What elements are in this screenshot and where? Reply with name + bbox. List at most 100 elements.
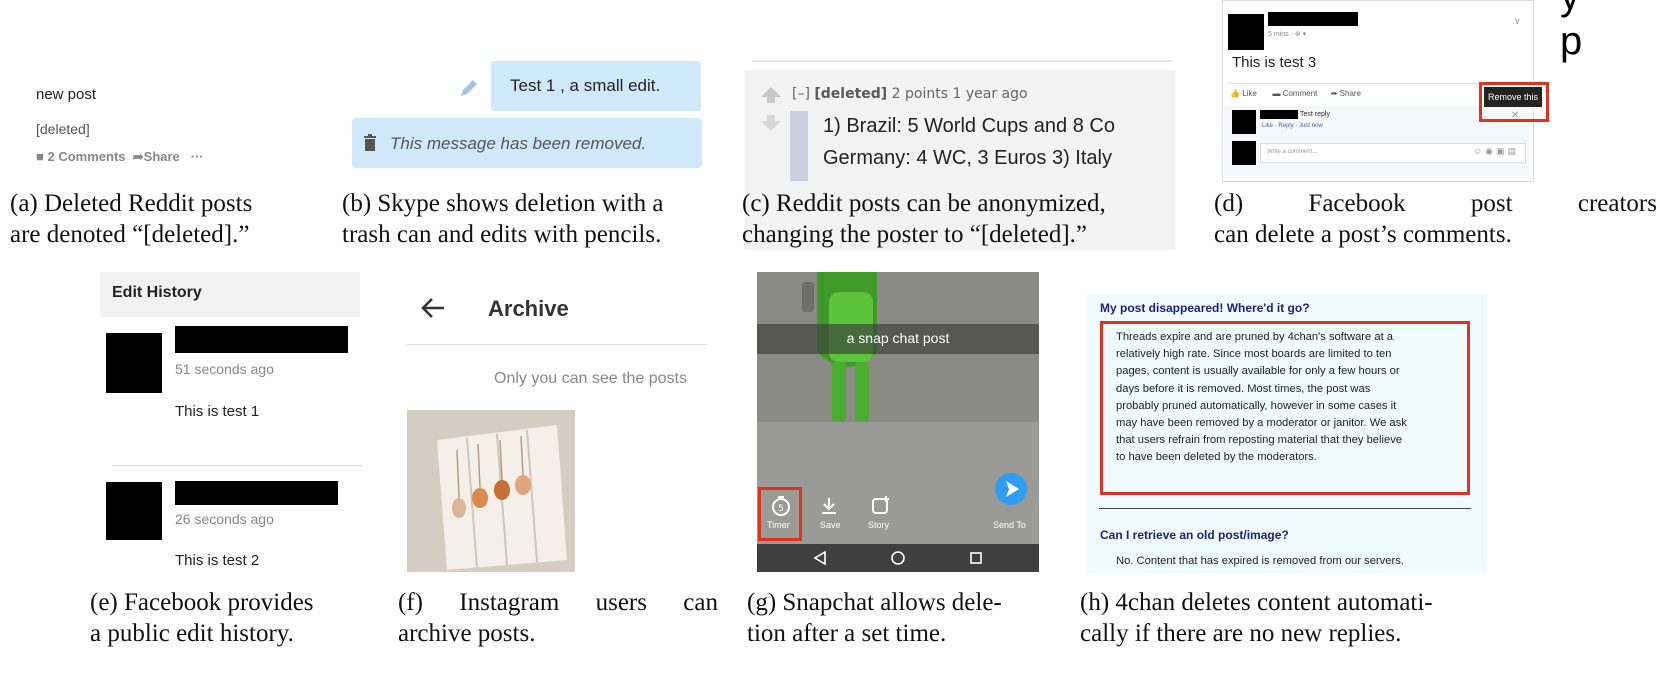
trash-icon [363, 134, 377, 152]
like-icon: 👍 [1230, 89, 1240, 98]
pencil-icon [458, 77, 480, 99]
close-icon[interactable]: ✕ [1511, 110, 1519, 121]
reddit-post-actions: ■ 2 Comments ➦Share ··· [36, 149, 204, 165]
edited-message-text: Test 1 , a small edit. [510, 76, 661, 95]
story-icon[interactable] [871, 496, 891, 516]
remove-this-button[interactable]: Remove this [1484, 87, 1542, 107]
redacted-name-2 [175, 481, 338, 505]
edit-1-timestamp: 51 seconds ago [175, 361, 274, 377]
post-timestamp: 5 mins · ⊕ ▾ [1268, 31, 1307, 38]
comment-attachment-icons[interactable]: ☺◉▣▤ [1473, 146, 1519, 157]
write-comment-placeholder: Write a comment... [1267, 149, 1318, 155]
edit-2-text: This is test 2 [175, 552, 260, 569]
caption-d: (d) Facebook post creators can delete a … [1214, 188, 1657, 250]
faq-question-2: Can I retrieve an old post/image? [1100, 528, 1289, 542]
faq-answer-1-line: Threads expire and are pruned by 4chan's… [1116, 331, 1394, 343]
redacted-name [1268, 12, 1358, 26]
faq-divider [1099, 508, 1471, 509]
faq-answer-1-line: may have been removed by a moderator or … [1116, 417, 1407, 430]
archive-divider [407, 344, 707, 345]
reply-text: Test reply [1300, 111, 1330, 118]
upvote-icon[interactable] [760, 86, 782, 104]
faq-answer-1: Threads expire and are pruned by 4chan's… [1116, 329, 1461, 467]
comment-icon: ▬ [1272, 89, 1281, 98]
faq-answer-1-line: to have been deleted by the moderators. [1116, 451, 1317, 464]
share-link[interactable]: Share [144, 149, 180, 164]
caption-b-line2: trash can and edits with pencils. [342, 221, 662, 248]
caption-e-line1: (e) Facebook provides [90, 589, 314, 616]
archive-title: Archive [488, 296, 569, 321]
faq-answer-1-line: relatively high rate. Since most boards … [1116, 348, 1392, 361]
faq-answer-1-line: days before it is removed. Most times, t… [1116, 382, 1371, 395]
comment-button[interactable]: Comment [1283, 89, 1318, 98]
caption-h: (h) 4chan deletes content automati- call… [1080, 587, 1500, 649]
edit-1-text: This is test 1 [175, 403, 260, 420]
faq-answer-1-line: probably pruned automatically, however i… [1116, 399, 1397, 412]
reddit-deleted-label: [deleted] [36, 121, 90, 137]
caption-d-line2: can delete a post’s comments. [1214, 221, 1512, 248]
caption-h-line1: (h) 4chan deletes content automati- [1080, 589, 1433, 616]
archived-post-thumbnail[interactable] [407, 410, 575, 572]
collapse-toggle[interactable]: [–] [792, 86, 810, 102]
comment-line-1: 1) Brazil: 5 World Cups and 8 Co [823, 115, 1115, 137]
caption-f-line2: archive posts. [398, 620, 536, 647]
caption-g-line1: (g) Snapchat allows dele- [747, 589, 1002, 616]
like-button[interactable]: Like [1242, 89, 1257, 98]
snap-caption-text: a snap chat post [846, 330, 950, 346]
facebook-post-text: This is test 3 [1232, 54, 1317, 71]
reddit-post-title[interactable]: new post [36, 86, 96, 103]
edit-history-title: Edit History [112, 284, 202, 301]
caption-c: (c) Reddit posts can be anonymized, chan… [742, 188, 1212, 250]
faq-answer-1-line: that users refrain from reposting materi… [1116, 434, 1403, 447]
removed-message-text: This message has been removed. [390, 134, 647, 153]
caption-b: (b) Skype shows deletion with a trash ca… [342, 188, 722, 250]
share-button[interactable]: Share [1340, 89, 1361, 98]
more-icon[interactable]: ··· [191, 149, 204, 164]
redacted-commenter-name [1260, 110, 1298, 119]
caption-f: (f) Instagram users can archive posts. [398, 587, 718, 649]
comment-quote-bar [790, 111, 808, 181]
caption-c-line1: (c) Reddit posts can be anonymized, [742, 190, 1106, 217]
caption-e-line2: a public edit history. [90, 620, 294, 647]
nav-back-icon[interactable] [813, 550, 827, 566]
caption-d-line1: (d) Facebook post creators [1214, 190, 1657, 217]
caption-h-line2: cally if there are no new replies. [1080, 620, 1402, 647]
facebook-action-bar: 👍 Like ▬ Comment ➦ Share [1230, 89, 1361, 98]
reply-meta[interactable]: Like · Reply · Just now [1262, 123, 1323, 129]
redacted-self-avatar [1232, 141, 1256, 165]
edit-divider [112, 465, 362, 466]
edit-2-timestamp: 26 seconds ago [175, 511, 274, 527]
comment-icon: ■ [36, 149, 44, 164]
caption-e: (e) Facebook provides a public edit hist… [90, 587, 380, 649]
nav-recents-icon[interactable] [968, 550, 984, 566]
share-icon: ➦ [132, 149, 144, 164]
redacted-avatar [1228, 14, 1264, 50]
cropped-top-rule [752, 60, 1172, 62]
comment-line-2: Germany: 4 WC, 3 Euros 3) Italy [823, 147, 1112, 169]
caption-g: (g) Snapchat allows dele- tion after a s… [747, 587, 1067, 649]
save-label: Save [820, 520, 841, 530]
cropped-heading-fragment: y p [1560, 0, 1603, 63]
chevron-down-icon[interactable]: ∨ [1514, 16, 1521, 27]
faq-question-1: My post disappeared! Where'd it go? [1100, 301, 1310, 315]
caption-f-line1: (f) Instagram users can [398, 589, 718, 616]
redacted-avatar-1 [106, 333, 162, 393]
redacted-avatar-2 [106, 482, 162, 540]
back-arrow-icon[interactable] [420, 296, 446, 320]
share-icon: ➦ [1330, 89, 1338, 98]
caption-a-line1: (a) Deleted Reddit posts [10, 190, 253, 217]
archive-privacy-note: Only you can see the posts [494, 370, 687, 387]
caption-c-line2: changing the poster to “[deleted].” [742, 221, 1087, 248]
caption-a-line2: are denoted “[deleted].” [10, 221, 250, 248]
write-comment-field[interactable]: Write a comment... ☺◉▣▤ [1260, 143, 1526, 163]
reddit-comment-meta: [–] [deleted] 2 points 1 year ago [792, 86, 1028, 102]
send-arrow-icon[interactable] [994, 472, 1028, 506]
caption-g-line2: tion after a set time. [747, 620, 947, 647]
comments-link[interactable]: 2 Comments [47, 149, 125, 164]
faq-answer-2: No. Content that has expired is removed … [1116, 555, 1404, 567]
redacted-commenter-avatar [1232, 110, 1256, 134]
nav-home-icon[interactable] [890, 550, 906, 566]
caption-a: (a) Deleted Reddit posts are denoted “[d… [10, 188, 310, 250]
save-icon[interactable] [820, 496, 838, 516]
downvote-icon[interactable] [760, 114, 782, 132]
